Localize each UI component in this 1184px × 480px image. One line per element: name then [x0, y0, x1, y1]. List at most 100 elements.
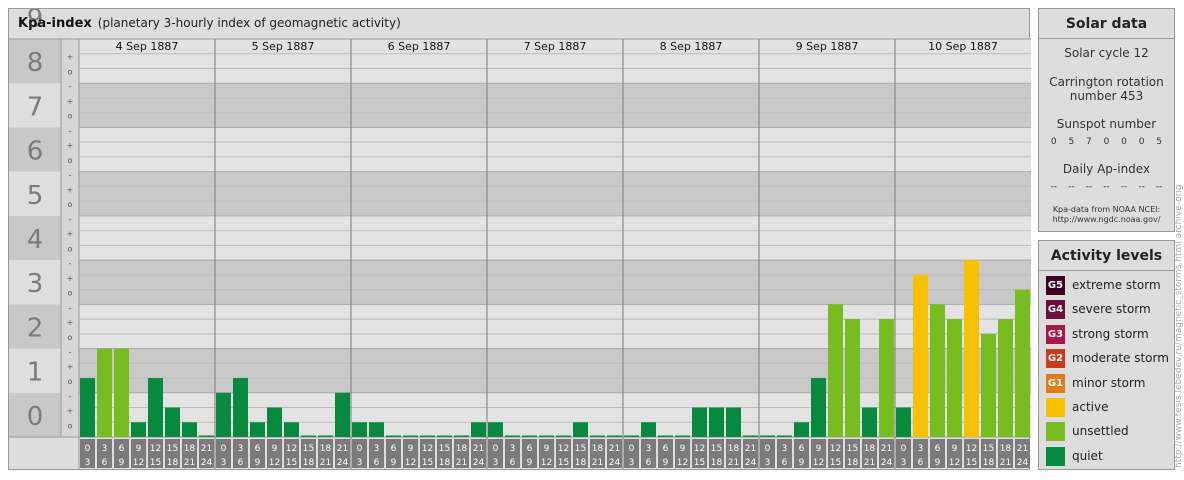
- solar-cycle: Solar cycle 12: [1064, 46, 1149, 60]
- interval-end-label: 12: [813, 458, 824, 468]
- kpa-chart-panel: 0 1 2 3 4 5 6 7 8 9 o + - o + - o + - o + - o + - o + - o + - o + - o +4 Se…: [8, 8, 1031, 470]
- plot-level-band: [79, 171, 1031, 216]
- interval-end-label: 18: [575, 458, 587, 468]
- minor-tick-label: o: [68, 421, 73, 430]
- y-tick-label: 8: [27, 48, 44, 78]
- kpa-bar: [148, 378, 163, 437]
- plot-level-band: [79, 215, 1031, 261]
- interval-start-label: 15: [711, 444, 722, 454]
- interval-start-label: 0: [629, 444, 635, 454]
- kpa-bar: [675, 435, 690, 437]
- kpa-bar: [488, 422, 503, 437]
- interval-end-label: 9: [935, 458, 941, 468]
- solar-data-title: Solar data: [1039, 9, 1174, 39]
- interval-start-label: 21: [337, 444, 348, 454]
- legend-swatch: [1046, 397, 1065, 417]
- day-label: 7 Sep 1887: [524, 40, 587, 53]
- kpa-bar: [913, 274, 928, 437]
- interval-start-label: 0: [765, 444, 771, 454]
- minor-tick-label: +: [67, 362, 74, 371]
- interval-end-label: 15: [966, 458, 977, 468]
- interval-end-label: 21: [592, 458, 603, 468]
- legend-swatch: [1046, 446, 1065, 466]
- interval-end-label: 6: [238, 458, 244, 468]
- interval-start-label: 3: [782, 444, 788, 454]
- interval-end-label: 24: [1017, 458, 1029, 468]
- interval-end-label: 6: [510, 458, 516, 468]
- y-tick-label: 3: [27, 269, 44, 299]
- legend-label: moderate storm: [1072, 351, 1169, 365]
- day-label: 9 Sep 1887: [796, 40, 859, 53]
- chart-title: Kpa-index (planetary 3-hourly index of ge…: [18, 16, 401, 31]
- kpa-bar: [998, 319, 1013, 437]
- legend-item-quiet: quiet: [1046, 446, 1103, 466]
- y-tick-label: 6: [27, 137, 44, 167]
- interval-end-label: 24: [473, 458, 485, 468]
- interval-start-label: 12: [694, 444, 705, 454]
- interval-end-label: 6: [102, 458, 108, 468]
- interval-start-label: 9: [816, 444, 822, 454]
- ap-index-values: -- -- -- -- -- -- --: [1039, 182, 1174, 192]
- interval-start-label: 9: [136, 444, 142, 454]
- day-label: 10 Sep 1887: [928, 40, 998, 53]
- interval-end-label: 15: [694, 458, 705, 468]
- interval-start-label: 12: [286, 444, 297, 454]
- ap-value: --: [1138, 182, 1145, 192]
- ap-value: --: [1155, 182, 1163, 192]
- interval-start-label: 18: [592, 444, 604, 454]
- interval-start-label: 12: [150, 444, 161, 454]
- sunspot-values: 0 5 7 0 0 0 5: [1039, 137, 1174, 147]
- y-tick-label: 5: [27, 181, 44, 211]
- chart-subtitle: (planetary 3-hourly index of geomagnetic…: [97, 16, 401, 30]
- interval-start-label: 0: [357, 444, 363, 454]
- minor-tick-label: o: [68, 156, 73, 165]
- interval-end-label: 18: [711, 458, 723, 468]
- kpa-bar: [641, 422, 656, 437]
- minor-tick-label: o: [68, 333, 73, 342]
- sunspot-value: 0: [1121, 137, 1127, 147]
- interval-end-label: 12: [677, 458, 688, 468]
- carrington-rotation-line1: Carrington rotation: [1049, 75, 1164, 89]
- interval-start-label: 0: [901, 444, 907, 454]
- kpa-bar: [709, 407, 724, 437]
- interval-start-label: 15: [575, 444, 586, 454]
- interval-start-label: 18: [456, 444, 468, 454]
- kpa-bar: [760, 435, 775, 437]
- kpa-bar: [777, 435, 792, 437]
- interval-end-label: 24: [201, 458, 213, 468]
- minor-tick-label: +: [67, 407, 74, 416]
- interval-start-label: 0: [493, 444, 499, 454]
- y-tick-label: 0: [27, 402, 44, 432]
- interval-start-label: 21: [201, 444, 212, 454]
- interval-start-label: 6: [935, 444, 941, 454]
- kpa-bar: [522, 435, 537, 437]
- interval-end-label: 24: [745, 458, 757, 468]
- interval-end-label: 12: [133, 458, 144, 468]
- data-source-line1: Kpa-data from NOAA NCEI:: [1052, 205, 1161, 214]
- interval-start-label: 21: [1017, 444, 1028, 454]
- interval-start-label: 12: [830, 444, 841, 454]
- legend-label: unsettled: [1072, 424, 1129, 438]
- ap-value: --: [1103, 182, 1110, 192]
- interval-end-label: 21: [184, 458, 195, 468]
- kpa-bar: [233, 378, 248, 437]
- interval-end-label: 9: [391, 458, 397, 468]
- interval-start-label: 18: [184, 444, 196, 454]
- interval-end-label: 15: [558, 458, 569, 468]
- minor-tick-label: -: [69, 348, 72, 357]
- interval-end-label: 3: [629, 458, 635, 468]
- interval-end-label: 3: [357, 458, 363, 468]
- kpa-bar: [947, 319, 962, 437]
- kpa-bar: [981, 333, 996, 437]
- kpa-bar: [794, 422, 809, 437]
- minor-tick-label: +: [67, 274, 74, 283]
- kpa-bar: [352, 422, 367, 437]
- minor-tick-label: -: [69, 126, 72, 135]
- interval-start-label: 3: [374, 444, 380, 454]
- kpa-bar: [80, 378, 95, 437]
- interval-end-label: 9: [255, 458, 261, 468]
- interval-end-label: 9: [799, 458, 805, 468]
- interval-end-label: 9: [663, 458, 669, 468]
- kpa-bar: [930, 304, 945, 437]
- interval-start-label: 18: [864, 444, 876, 454]
